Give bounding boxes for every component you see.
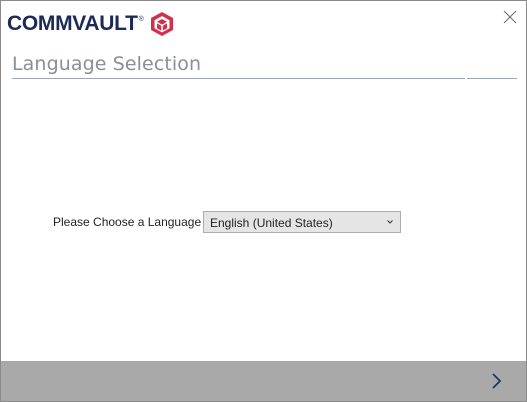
title-divider (12, 78, 465, 79)
page-title: Language Selection (12, 53, 202, 75)
logo-trademark: ® (138, 16, 144, 23)
language-label: Please Choose a Language (53, 215, 202, 229)
commvault-cube-icon (150, 12, 173, 36)
close-icon[interactable] (502, 9, 518, 25)
language-select[interactable]: English (United States) (203, 211, 401, 233)
footer-bar (1, 361, 526, 401)
logo-wordmark: COMMVAULT (7, 12, 138, 35)
language-select-value: English (United States) (210, 216, 333, 230)
commvault-logo: COMMVAULT ® (7, 10, 174, 38)
installer-window: COMMVAULT ® Language Selection Please Ch… (0, 0, 527, 402)
chevron-down-icon (387, 220, 393, 224)
next-chevron-right-icon[interactable] (490, 371, 504, 391)
title-divider-end (467, 78, 517, 79)
